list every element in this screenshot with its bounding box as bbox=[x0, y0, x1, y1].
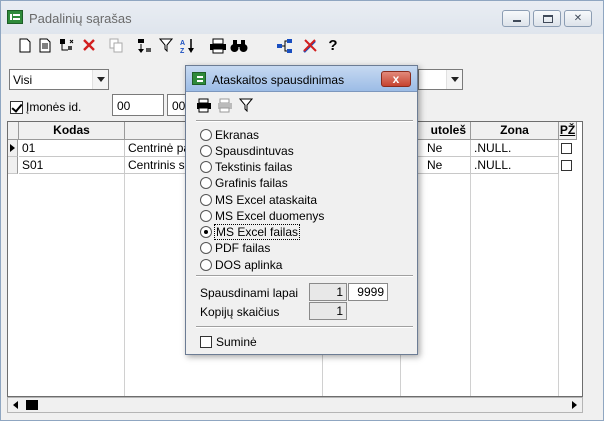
option-screen-label[interactable]: Ekranas bbox=[215, 128, 259, 142]
table-cell-pz-checkbox[interactable] bbox=[561, 143, 572, 154]
maximize-icon bbox=[543, 15, 553, 23]
hierarchy-icon[interactable] bbox=[276, 37, 294, 55]
minimize-icon bbox=[513, 20, 521, 22]
option-excel-report-radio[interactable] bbox=[200, 194, 212, 206]
table-cell-zona[interactable]: .NULL. bbox=[471, 140, 559, 157]
window-title: Padalinių sąrašas bbox=[29, 11, 132, 26]
option-pdf-file-label[interactable]: PDF failas bbox=[215, 241, 270, 255]
minimize-button[interactable] bbox=[502, 10, 530, 27]
grid-divider bbox=[124, 140, 125, 396]
option-dos-radio[interactable] bbox=[200, 259, 212, 271]
svg-text:Z: Z bbox=[180, 48, 185, 54]
help-icon[interactable]: ? bbox=[324, 37, 342, 55]
copy-icon[interactable] bbox=[107, 37, 125, 55]
scroll-right-icon[interactable] bbox=[572, 401, 577, 409]
divider bbox=[196, 120, 413, 122]
tools-icon[interactable] bbox=[301, 37, 319, 55]
sort-icon[interactable] bbox=[135, 37, 153, 55]
option-excel-file-radio[interactable] bbox=[200, 226, 212, 238]
printer-setup-icon[interactable] bbox=[217, 98, 233, 114]
sort-az-icon[interactable]: AZ bbox=[179, 37, 197, 55]
company-id-field[interactable]: 00 bbox=[112, 94, 164, 116]
pages-to-field[interactable]: 9999 bbox=[348, 283, 388, 301]
dialog-title-bar[interactable]: Ataskaitos spausdinimas x bbox=[186, 66, 417, 92]
option-printer-radio[interactable] bbox=[200, 145, 212, 157]
current-row-icon bbox=[10, 144, 15, 152]
close-button[interactable]: ✕ bbox=[564, 10, 592, 27]
close-icon: ✕ bbox=[573, 13, 583, 24]
col-header-pz[interactable]: PŽ bbox=[559, 122, 577, 140]
print-icon[interactable] bbox=[196, 98, 212, 114]
table-cell-kodas[interactable]: S01 bbox=[19, 157, 125, 174]
copies-label: Kopijų skaičius bbox=[200, 305, 280, 319]
table-cell-zona[interactable]: .NULL. bbox=[471, 157, 559, 174]
print-icon[interactable] bbox=[209, 37, 227, 55]
company-id-checkbox[interactable] bbox=[10, 101, 23, 114]
maximize-button[interactable] bbox=[533, 10, 561, 27]
option-excel-report-label[interactable]: MS Excel ataskaita bbox=[215, 193, 317, 207]
scroll-left-icon[interactable] bbox=[13, 401, 18, 409]
divider bbox=[196, 275, 413, 277]
grid-corner bbox=[8, 122, 19, 140]
option-graphic-file-label[interactable]: Grafinis failas bbox=[215, 176, 288, 190]
option-text-file-radio[interactable] bbox=[200, 161, 212, 173]
option-screen-radio[interactable] bbox=[200, 129, 212, 141]
app-list-icon bbox=[7, 10, 23, 24]
dialog-close-button[interactable]: x bbox=[381, 71, 411, 87]
company-id-value: 00 bbox=[117, 99, 131, 113]
chevron-down-icon[interactable] bbox=[92, 70, 108, 89]
company-id-label: Įmonės id. bbox=[26, 100, 82, 114]
title-bar: Padalinių sąrašas ✕ bbox=[1, 1, 603, 34]
grid-divider bbox=[558, 140, 559, 396]
option-text-file-label[interactable]: Tekstinis failas bbox=[215, 160, 292, 174]
filter-icon[interactable] bbox=[238, 98, 255, 114]
pages-from-field[interactable]: 1 bbox=[309, 283, 347, 301]
option-dos-label[interactable]: DOS aplinka bbox=[215, 258, 282, 272]
option-graphic-file-radio[interactable] bbox=[200, 177, 212, 189]
close-icon: x bbox=[392, 72, 400, 86]
find-icon[interactable] bbox=[230, 37, 248, 55]
table-cell-kodas[interactable]: 01 bbox=[19, 140, 125, 157]
sum-checkbox[interactable] bbox=[200, 336, 212, 348]
divider bbox=[196, 326, 413, 328]
option-printer-label[interactable]: Spausdintuvas bbox=[215, 144, 294, 158]
edit-icon[interactable] bbox=[36, 37, 54, 55]
grid-divider bbox=[470, 140, 471, 396]
svg-text:A: A bbox=[180, 40, 185, 47]
col-header-zona[interactable]: Zona bbox=[471, 122, 559, 140]
scroll-thumb[interactable] bbox=[26, 400, 38, 410]
option-excel-data-label[interactable]: MS Excel duomenys bbox=[215, 209, 324, 223]
copies-field[interactable]: 1 bbox=[309, 302, 347, 320]
row-selector[interactable] bbox=[8, 157, 18, 174]
scope-combo[interactable]: Visi bbox=[9, 69, 109, 90]
new-icon[interactable] bbox=[16, 37, 34, 55]
filter-icon[interactable] bbox=[157, 37, 175, 55]
print-report-dialog: Ataskaitos spausdinimas x Ekranas Spausd… bbox=[185, 65, 418, 355]
option-excel-data-radio[interactable] bbox=[200, 210, 212, 222]
scope-combo-value: Visi bbox=[13, 73, 33, 87]
delete-icon[interactable] bbox=[80, 37, 98, 55]
table-cell-pz-checkbox[interactable] bbox=[561, 160, 572, 171]
tree-icon[interactable] bbox=[58, 37, 76, 55]
toolbar: AZ ? bbox=[1, 34, 603, 60]
option-pdf-file-radio[interactable] bbox=[200, 242, 212, 254]
col-header-kodas[interactable]: Kodas bbox=[19, 122, 125, 140]
sum-label[interactable]: Suminė bbox=[216, 335, 257, 349]
secondary-combo[interactable] bbox=[418, 69, 463, 90]
dialog-title: Ataskaitos spausdinimas bbox=[212, 73, 345, 87]
second-id-value: 00 bbox=[172, 99, 186, 113]
horizontal-scrollbar[interactable] bbox=[7, 397, 583, 413]
chevron-down-icon[interactable] bbox=[446, 70, 462, 89]
row-selector[interactable] bbox=[8, 140, 18, 157]
pages-label: Spausdinami lapai bbox=[200, 286, 299, 300]
option-excel-file-label[interactable]: MS Excel failas bbox=[213, 224, 301, 240]
dialog-app-icon bbox=[192, 72, 206, 85]
